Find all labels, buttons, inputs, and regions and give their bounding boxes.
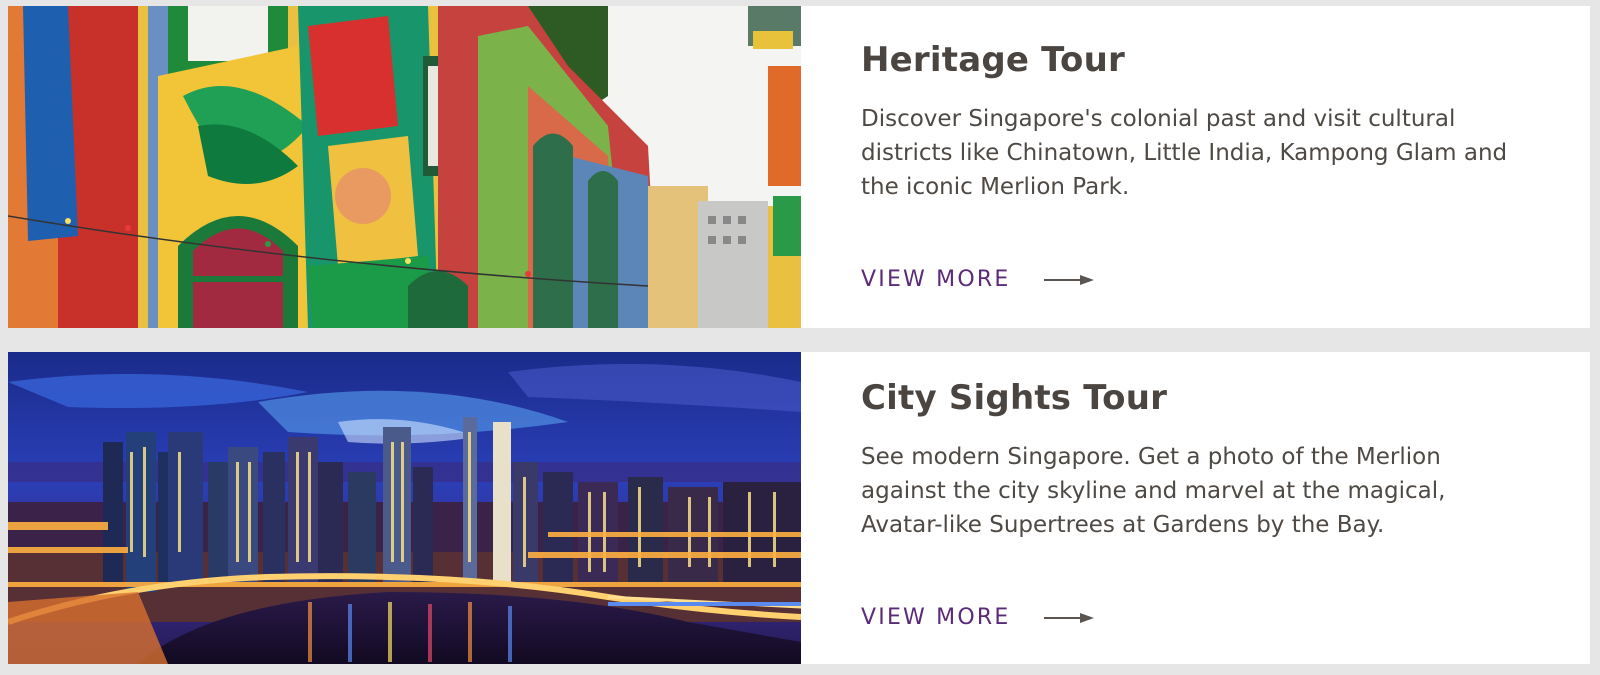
view-more-label: VIEW MORE — [861, 605, 1011, 630]
tour-card-city-sights: City Sights Tour See modern Singapore. G… — [8, 352, 1590, 664]
tour-card-heritage: Heritage Tour Discover Singapore's colon… — [8, 6, 1590, 328]
city-skyline-night-image — [8, 352, 801, 664]
heritage-tour-image[interactable] — [8, 6, 801, 328]
tour-title: City Sights Tour — [861, 378, 1168, 418]
arrow-right-icon — [1044, 612, 1095, 623]
tour-description: See modern Singapore. Get a photo of the… — [861, 444, 1446, 538]
view-more-link[interactable]: VIEW MORE — [861, 267, 1095, 292]
view-more-label: VIEW MORE — [861, 267, 1011, 292]
street-mural-image — [8, 6, 801, 328]
tour-description: Discover Singapore's colonial past and v… — [861, 106, 1508, 200]
city-sights-tour-content: City Sights Tour See modern Singapore. G… — [801, 352, 1590, 664]
heritage-tour-content: Heritage Tour Discover Singapore's colon… — [801, 6, 1590, 328]
arrow-right-icon — [1044, 274, 1095, 285]
view-more-link[interactable]: VIEW MORE — [861, 605, 1095, 630]
tour-list: Heritage Tour Discover Singapore's colon… — [0, 0, 1600, 675]
tour-title: Heritage Tour — [861, 40, 1125, 80]
city-sights-tour-image[interactable] — [8, 352, 801, 664]
